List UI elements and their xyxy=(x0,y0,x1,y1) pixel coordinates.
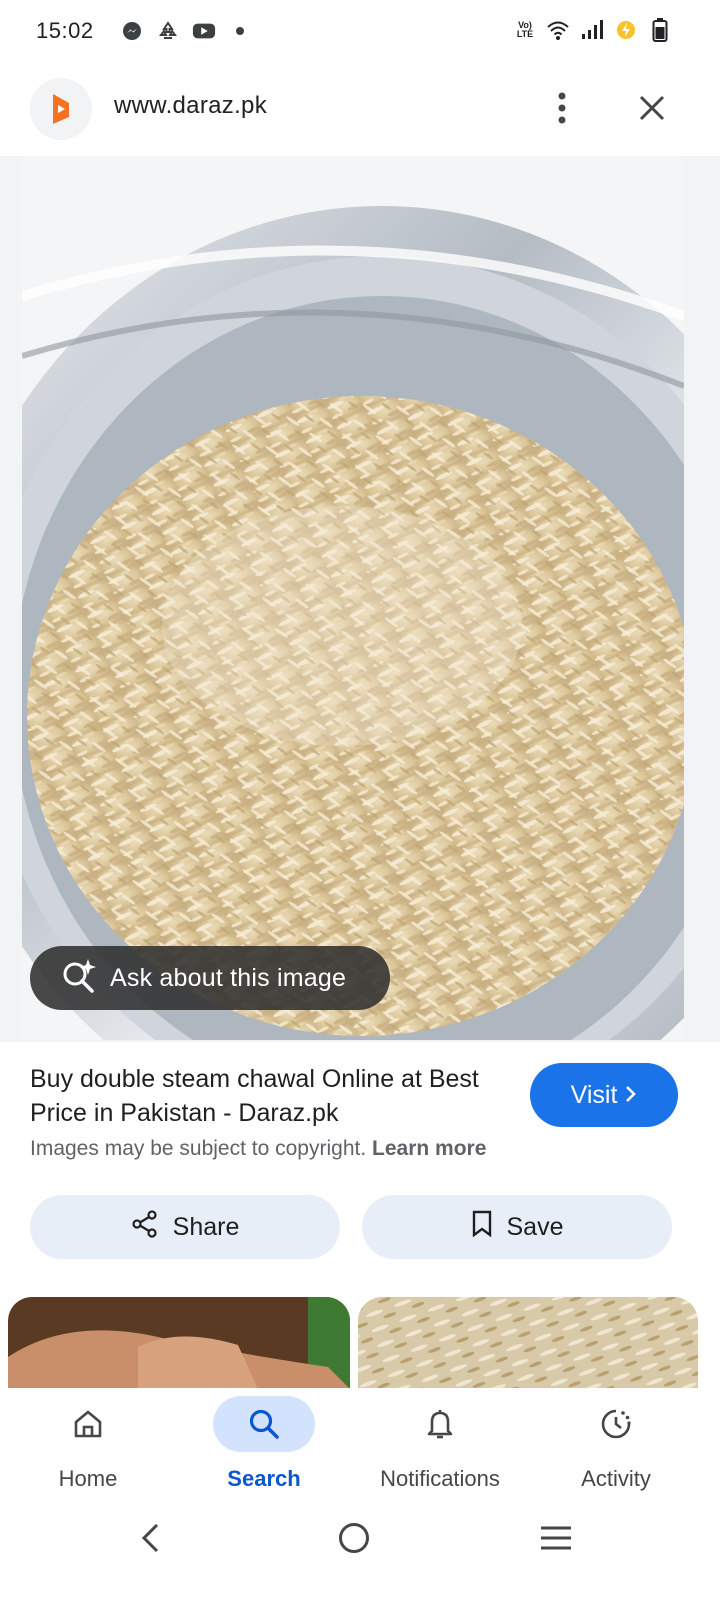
nav-notifications[interactable]: Notifications xyxy=(352,1388,528,1506)
signal-icon xyxy=(580,18,604,42)
visit-button[interactable]: Visit xyxy=(530,1063,678,1127)
volte-label: Vo) LTE xyxy=(516,20,534,39)
status-time: 15:02 xyxy=(36,18,94,43)
messenger-icon xyxy=(120,19,144,43)
learn-more-link[interactable]: Learn more xyxy=(372,1137,486,1160)
chevron-right-icon xyxy=(625,1081,637,1110)
rice-image[interactable] xyxy=(22,156,684,1040)
share-icon xyxy=(131,1209,159,1245)
recent-apps-icon[interactable] xyxy=(526,1514,586,1562)
bell-icon xyxy=(389,1396,491,1452)
nav-label: Activity xyxy=(581,1466,651,1491)
site-header: www.daraz.pk xyxy=(0,62,720,156)
status-right-icons: Vo) LTE xyxy=(514,18,672,42)
nav-label: Home xyxy=(58,1466,118,1491)
nav-label: Notifications xyxy=(380,1466,500,1491)
share-label: Share xyxy=(172,1212,240,1241)
home-circle-icon[interactable] xyxy=(324,1514,384,1562)
bottom-navigation: Home Search Notifications Activity xyxy=(0,1388,720,1506)
back-icon[interactable] xyxy=(120,1514,180,1562)
more-vert-icon[interactable] xyxy=(538,84,586,132)
related-image-thumbnail[interactable] xyxy=(358,1297,698,1389)
nav-activity[interactable]: Activity xyxy=(528,1388,704,1506)
visit-label: Visit xyxy=(570,1080,618,1109)
daraz-logo-icon[interactable] xyxy=(30,78,92,140)
close-icon[interactable] xyxy=(628,84,676,132)
search-icon xyxy=(213,1396,315,1452)
wifi-icon xyxy=(546,18,570,42)
recycle-icon xyxy=(156,19,180,43)
system-navigation-bar xyxy=(0,1506,720,1600)
site-url[interactable]: www.daraz.pk xyxy=(114,92,267,120)
activity-icon xyxy=(565,1396,667,1452)
battery-saver-icon xyxy=(614,18,638,42)
ask-about-image-button[interactable]: Ask about this image xyxy=(30,946,390,1010)
home-icon xyxy=(37,1396,139,1452)
copyright-notice: Images may be subject to copyright. Lear… xyxy=(30,1137,486,1161)
status-left-icons xyxy=(120,19,252,43)
related-image-thumbnail[interactable] xyxy=(8,1297,350,1389)
nav-label: Search xyxy=(227,1466,301,1491)
save-button[interactable]: Save xyxy=(362,1195,672,1259)
nav-search[interactable]: Search xyxy=(176,1388,352,1506)
share-button[interactable]: Share xyxy=(30,1195,340,1259)
dot-icon xyxy=(228,19,252,43)
nav-home[interactable]: Home xyxy=(0,1388,176,1506)
bookmark-icon xyxy=(471,1210,493,1245)
ask-about-image-label: Ask about this image xyxy=(110,963,347,992)
youtube-icon xyxy=(192,19,216,43)
status-bar: 15:02 Vo) LTE xyxy=(0,0,720,62)
save-label: Save xyxy=(506,1212,564,1241)
copyright-text: Images may be subject to copyright. xyxy=(30,1137,367,1160)
result-title[interactable]: Buy double steam chawal Online at Best P… xyxy=(30,1062,500,1130)
battery-icon xyxy=(648,18,672,42)
lens-sparkle-icon xyxy=(60,957,98,1000)
